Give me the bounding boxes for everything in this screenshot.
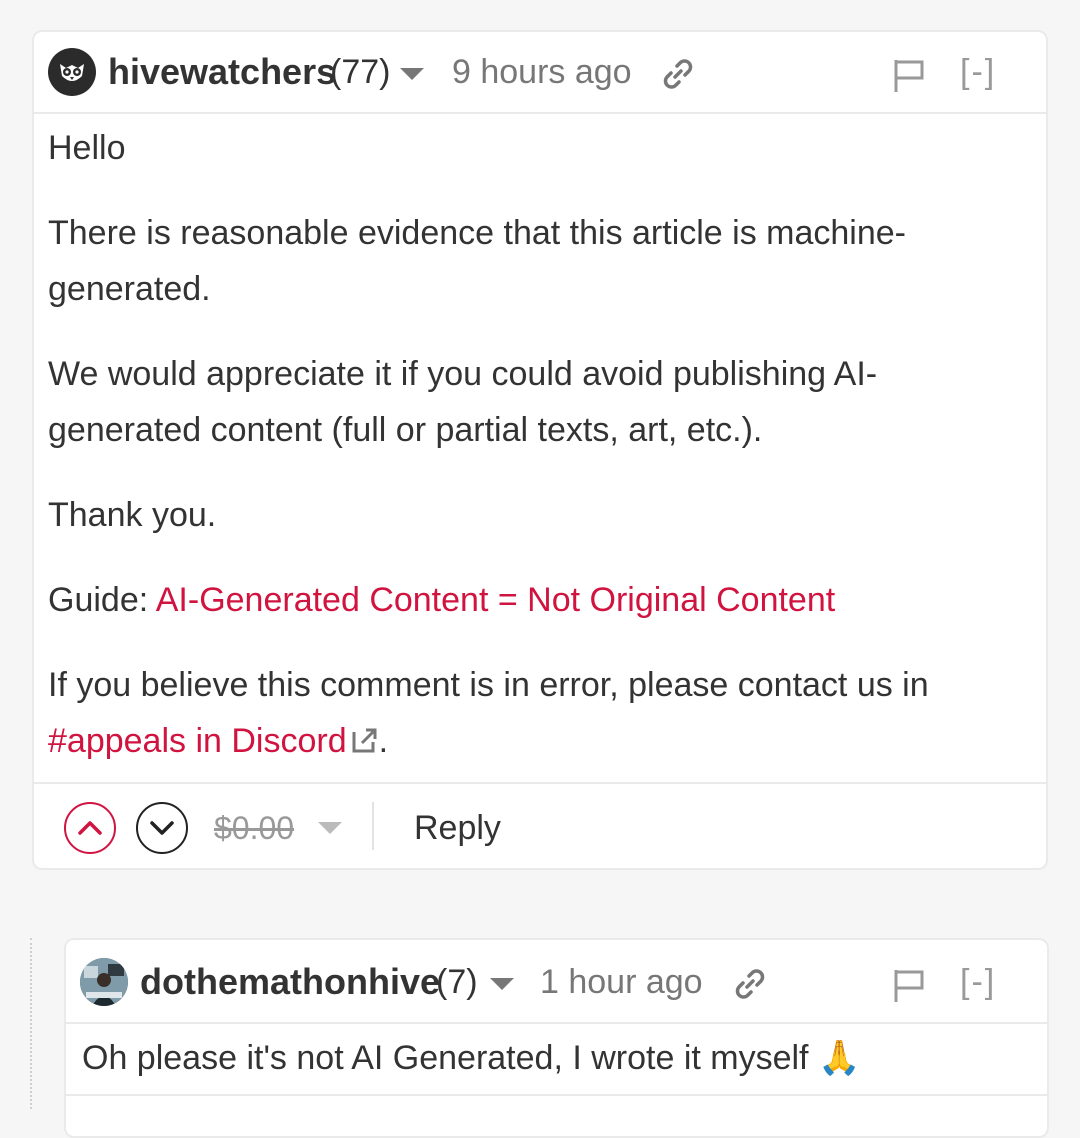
author-name[interactable]: hivewatchers [108,48,336,96]
footer-divider [372,802,374,850]
guide-link[interactable]: AI-Generated Content = Not Original Cont… [156,581,835,619]
guide-paragraph: Guide: AI-Generated Content = Not Origin… [48,572,1016,628]
payout-caret-icon[interactable] [318,822,342,834]
collapse-button[interactable]: [-] [960,48,996,96]
thread-line [30,938,32,1109]
comment-card-dothemathonhive: dothemathonhive (7) 1 hour ago [-] Oh pl… [64,938,1049,1138]
payout-value[interactable]: $0.00 [214,806,294,850]
collapse-button[interactable]: [-] [960,958,996,1006]
comment-footer: $0.00 Reply [34,782,1046,872]
evidence-paragraph: There is reasonable evidence that this a… [48,214,906,308]
reply-button[interactable]: Reply [414,806,501,850]
appeal-text: If you believe this comment is in error,… [48,666,929,704]
pray-emoji: 🙏 [817,1039,861,1077]
link-icon[interactable] [660,56,696,97]
guide-label: Guide: [48,581,156,619]
downvote-icon[interactable] [136,802,188,854]
external-link-icon[interactable] [351,715,379,753]
comment-header: dothemathonhive (7) 1 hour ago [-] [66,940,1047,1024]
caret-down-icon[interactable] [400,68,424,80]
discord-appeals-link[interactable]: #appeals in Discord [48,722,347,760]
greeting: Hello [48,129,126,167]
flag-icon[interactable] [892,58,926,99]
caret-down-icon[interactable] [490,978,514,990]
reply-text: Oh please it's not AI Generated, I wrote… [82,1039,809,1077]
flag-icon[interactable] [892,968,926,1009]
author-name[interactable]: dothemathonhive [140,958,440,1006]
appeal-paragraph: If you believe this comment is in error,… [48,657,1016,769]
link-icon[interactable] [732,966,768,1007]
timestamp[interactable]: 9 hours ago [452,48,632,96]
timestamp[interactable]: 1 hour ago [540,958,703,1006]
reputation-score: (77) [330,53,391,91]
comment-body: Oh please it's not AI Generated, I wrote… [82,1030,1017,1086]
user-avatar[interactable] [80,958,128,1006]
comment-body: Hello There is reasonable evidence that … [48,120,1016,798]
comment-header: hivewatchers (77) 9 hours ago [-] [34,32,1046,114]
reputation-score: (7) [436,963,478,1001]
upvote-icon[interactable] [64,802,116,854]
request-paragraph: We would appreciate it if you could avoi… [48,355,878,449]
owl-avatar-icon[interactable] [48,48,96,96]
thanks-paragraph: Thank you. [48,496,217,534]
appeal-end: . [378,722,389,760]
comment-divider [66,1094,1047,1096]
comment-card-hivewatchers: hivewatchers (77) 9 hours ago [-] Hello … [32,30,1048,870]
